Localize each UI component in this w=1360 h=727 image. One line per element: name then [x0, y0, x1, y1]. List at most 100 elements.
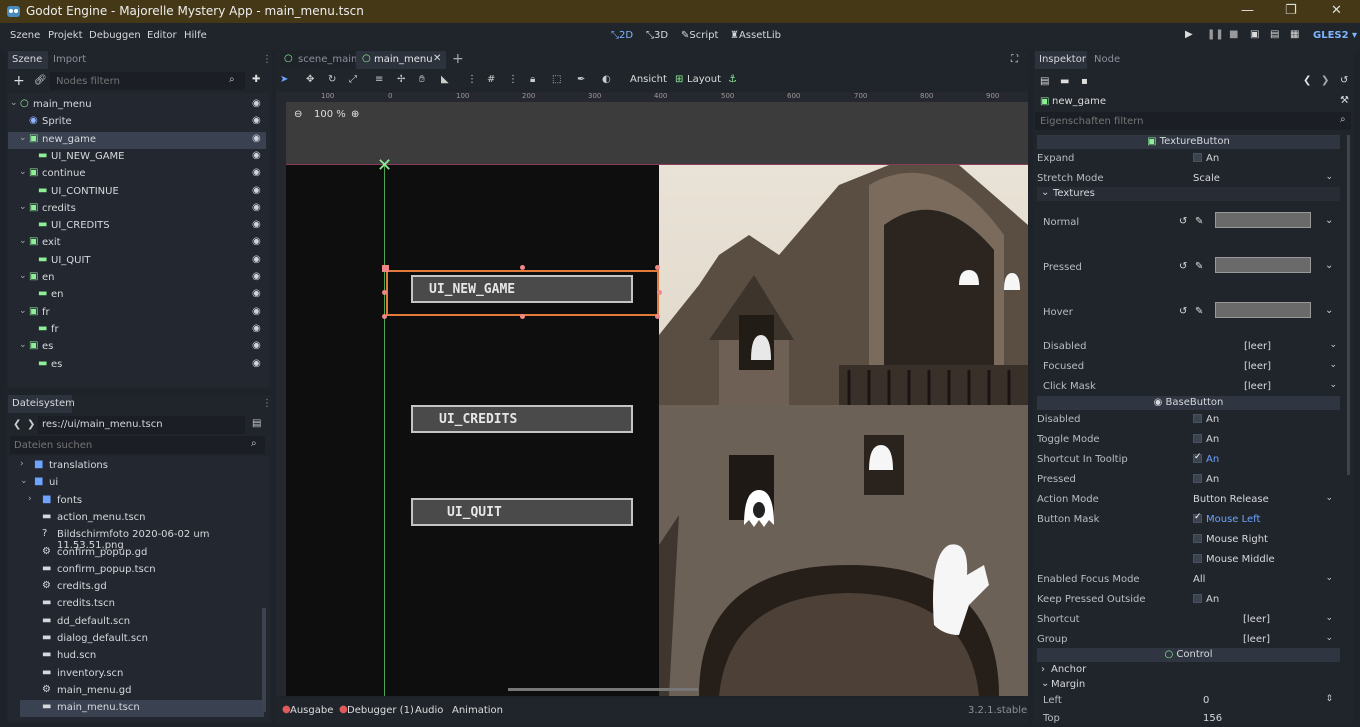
- zoom-out-icon[interactable]: ⊖: [294, 109, 302, 120]
- scene-tree-row[interactable]: ▬ fr ◉: [8, 322, 266, 339]
- file-tree-row[interactable]: ▬ main_menu.tscn: [20, 700, 264, 718]
- pivot-icon[interactable]: ✢: [397, 74, 405, 85]
- scene-tree-row[interactable]: ▬ es ◉: [8, 357, 266, 374]
- visibility-eye-icon[interactable]: ◉: [252, 288, 261, 299]
- checkbox[interactable]: [1193, 434, 1202, 443]
- snap-icon[interactable]: ⋮: [467, 74, 477, 85]
- hover-texture-preview[interactable]: [1215, 302, 1311, 318]
- ui-quit-button[interactable]: UI_QUIT: [411, 498, 633, 526]
- chevron-down-icon[interactable]: ⌄: [19, 133, 27, 143]
- scene-tree-row[interactable]: ⌄ ▣ credits ◉: [8, 201, 266, 218]
- link-icon[interactable]: 🔗︎: [34, 75, 47, 86]
- script-attach-icon[interactable]: ✚: [252, 74, 260, 85]
- margin-left-spinbox[interactable]: 0: [1203, 695, 1209, 706]
- grid-snap-icon[interactable]: #: [487, 74, 495, 85]
- file-tree-row[interactable]: ▬ credits.tscn: [20, 596, 264, 613]
- ruler-tool-icon[interactable]: ◣: [441, 74, 449, 85]
- checkbox[interactable]: [1193, 153, 1202, 162]
- close-tab-icon[interactable]: ✕: [433, 53, 441, 64]
- stretch-mode-select[interactable]: Scale: [1193, 173, 1220, 184]
- chevron-down-icon[interactable]: ⌄: [1325, 305, 1333, 316]
- visibility-eye-icon[interactable]: ◉: [252, 340, 261, 351]
- margin-top-spinbox[interactable]: 156: [1203, 713, 1222, 723]
- chevron-down-icon[interactable]: ⌄: [1325, 573, 1333, 583]
- resize-handle[interactable]: [382, 290, 387, 295]
- edit-icon[interactable]: ✎: [1195, 261, 1203, 272]
- checkbox[interactable]: [1193, 474, 1202, 483]
- mode-3d-button[interactable]: ⤡3D: [646, 30, 668, 41]
- split-view-icon[interactable]: ▤: [252, 418, 261, 429]
- dock-menu-icon[interactable]: ⋮: [262, 398, 272, 409]
- checkbox-checked-icon[interactable]: ✓: [1193, 452, 1202, 463]
- scene-tree-row[interactable]: ▬ en ◉: [8, 287, 266, 304]
- chevron-down-icon[interactable]: ⌄: [1325, 493, 1333, 503]
- scene-tree-row[interactable]: ⌄ ▣ en ◉: [8, 270, 266, 287]
- forward-icon[interactable]: ❯: [27, 419, 35, 430]
- stop-icon[interactable]: ■: [1229, 29, 1238, 40]
- chevron-down-icon[interactable]: ⌄: [19, 167, 27, 177]
- chevron-down-icon[interactable]: ⌄: [19, 236, 27, 246]
- menu-scene[interactable]: Szene: [10, 30, 40, 41]
- visibility-eye-icon[interactable]: ◉: [252, 150, 261, 161]
- add-node-icon[interactable]: +: [13, 73, 25, 89]
- file-tree-row[interactable]: ⚙ credits.gd: [20, 579, 264, 596]
- section-control[interactable]: ○ Control: [1037, 648, 1340, 662]
- chevron-down-icon[interactable]: ⌄: [10, 98, 18, 108]
- tab-import[interactable]: Import: [53, 54, 86, 65]
- file-tree-row[interactable]: ▬ dialog_default.scn: [20, 631, 264, 648]
- resize-handle[interactable]: [655, 314, 660, 319]
- resize-handle[interactable]: [520, 314, 525, 319]
- file-tree-row[interactable]: ▬ dd_default.scn: [20, 614, 264, 631]
- open-folder-icon[interactable]: ▬: [1060, 76, 1069, 87]
- close-window-icon[interactable]: ✕: [1331, 3, 1342, 18]
- visibility-eye-icon[interactable]: ◉: [252, 236, 261, 247]
- property-filter-input[interactable]: [1035, 112, 1351, 130]
- edit-icon[interactable]: ✎: [1195, 216, 1203, 227]
- resize-handle[interactable]: [382, 265, 389, 272]
- visibility-eye-icon[interactable]: ◉: [252, 254, 261, 265]
- focus-mode-select[interactable]: All: [1193, 574, 1205, 585]
- menu-editor[interactable]: Editor: [147, 30, 177, 41]
- group-icon[interactable]: ⬚: [552, 74, 561, 85]
- scene-tree-row[interactable]: ⌄ ▣ fr ◉: [8, 305, 266, 322]
- chevron-down-icon[interactable]: ⌄: [19, 202, 27, 212]
- spin-arrows-icon[interactable]: ⇕: [1325, 694, 1333, 704]
- chevron-down-icon[interactable]: ⌄: [1325, 172, 1333, 182]
- chevron-down-icon[interactable]: ⌄: [1325, 633, 1333, 643]
- menu-project[interactable]: Projekt: [48, 30, 83, 41]
- zoom-level[interactable]: 100 %: [314, 109, 346, 120]
- section-anchor[interactable]: › Anchor: [1037, 663, 1340, 677]
- scene-tree-row[interactable]: ▬ UI_NEW_GAME ◉: [8, 149, 266, 166]
- section-margin[interactable]: ⌄ Margin: [1037, 678, 1340, 692]
- zoom-in-icon[interactable]: ⊕: [351, 109, 359, 120]
- scene-tree-row[interactable]: ▬ UI_QUIT ◉: [8, 253, 266, 270]
- edit-icon[interactable]: ✎: [1195, 306, 1203, 317]
- chevron-down-icon[interactable]: ⌄: [1325, 613, 1333, 623]
- tab-inspector[interactable]: Inspektor: [1039, 54, 1086, 65]
- tab-main-menu[interactable]: ○ main_menu ✕: [356, 51, 446, 69]
- file-tree-row[interactable]: ⚙ confirm_popup.gd: [20, 545, 264, 562]
- tab-debugger[interactable]: Debugger (1): [347, 705, 414, 716]
- section-textures[interactable]: ⌄ Textures: [1037, 187, 1340, 201]
- file-tree-row[interactable]: ▬ inventory.scn: [20, 666, 264, 683]
- chevron-down-icon[interactable]: ⌄: [1329, 380, 1337, 390]
- minimize-icon[interactable]: —: [1241, 3, 1254, 18]
- maximize-icon[interactable]: ❐: [1285, 3, 1297, 18]
- scene-tree-row[interactable]: ⌄ ▣ continue ◉: [8, 166, 266, 183]
- select-tool-icon[interactable]: ➤: [280, 74, 288, 85]
- scene-tree-row[interactable]: ⌄ ▣ new_game ◉: [8, 131, 266, 149]
- visibility-eye-icon[interactable]: ◉: [252, 358, 261, 369]
- bone-icon[interactable]: ✒: [577, 74, 585, 85]
- tab-scene-main[interactable]: ○ scene_main: [280, 51, 357, 69]
- camera-icon[interactable]: ◐: [602, 74, 611, 85]
- pause-icon[interactable]: ❚❚: [1207, 29, 1224, 40]
- menu-debug[interactable]: Debuggen: [89, 30, 141, 41]
- resize-handle[interactable]: [655, 265, 660, 270]
- pan-tool-icon[interactable]: ✋︎: [419, 74, 425, 85]
- new-tab-icon[interactable]: +: [452, 51, 464, 67]
- checkbox[interactable]: [1193, 554, 1202, 563]
- scene-tree-row[interactable]: ▬ UI_CREDITS ◉: [8, 218, 266, 235]
- file-tree-row[interactable]: › ■ fonts: [20, 493, 264, 510]
- visibility-eye-icon[interactable]: ◉: [252, 133, 261, 144]
- layout-menu[interactable]: Layout: [687, 74, 721, 85]
